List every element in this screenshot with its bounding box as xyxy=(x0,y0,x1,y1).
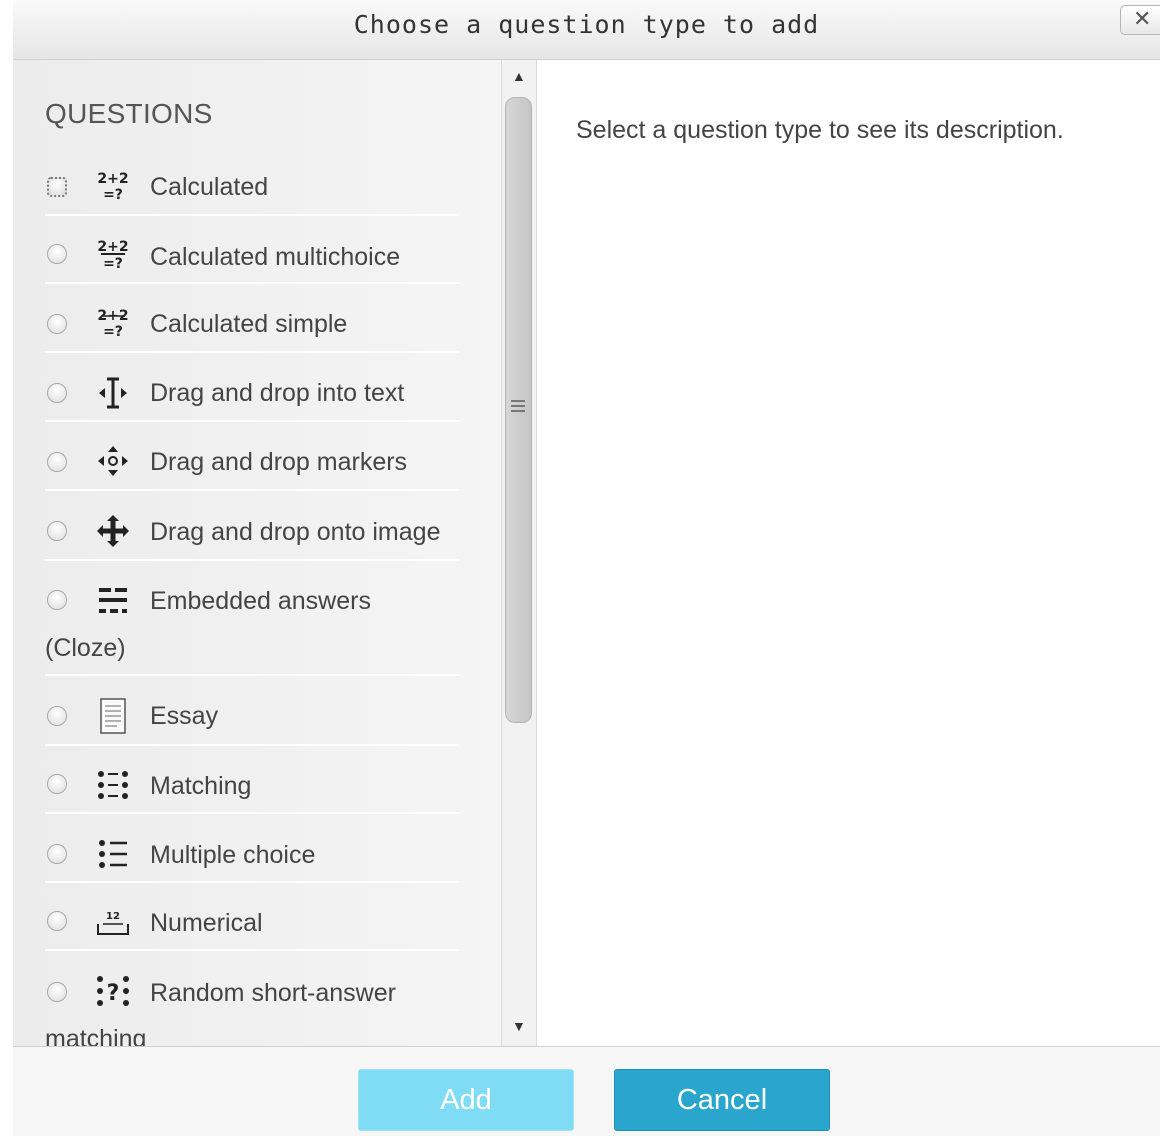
essay-icon xyxy=(95,698,131,734)
question-type-label-continued: (Cloze) xyxy=(45,634,126,662)
add-button[interactable]: Add xyxy=(358,1069,574,1131)
dialog-body: QUESTIONS 2+2 =? Calculated 2+2 =? Calcu… xyxy=(13,60,1160,1046)
radio-drag-drop-image[interactable] xyxy=(47,521,67,541)
radio-calculated-multichoice[interactable] xyxy=(47,244,67,264)
scroll-down-arrow-icon[interactable]: ▼ xyxy=(512,1018,526,1034)
scroll-up-arrow-icon[interactable]: ▲ xyxy=(512,68,526,84)
calculated-simple-icon: 2+2 =? xyxy=(95,305,131,341)
radio-multiple-choice[interactable] xyxy=(47,844,67,864)
numerical-icon: 12 xyxy=(95,904,131,940)
dialog-title: Choose a question type to add xyxy=(353,10,820,39)
dialog-footer: Add Cancel xyxy=(13,1046,1160,1136)
question-type-calculated-multichoice[interactable]: 2+2 =? Calculated multichoice xyxy=(45,216,459,284)
radio-calculated[interactable] xyxy=(47,177,67,197)
embedded-answers-icon xyxy=(95,583,131,619)
radio-random-short-answer[interactable] xyxy=(47,982,67,1002)
question-type-drag-drop-image[interactable]: Drag and drop onto image xyxy=(45,491,459,561)
svg-text:2+2: 2+2 xyxy=(97,171,128,187)
drag-drop-text-icon xyxy=(95,375,131,411)
question-type-label: Drag and drop onto image xyxy=(150,518,441,546)
question-type-list-panel[interactable]: QUESTIONS 2+2 =? Calculated 2+2 =? Calcu… xyxy=(13,60,501,1046)
question-type-label: Multiple choice xyxy=(150,841,316,869)
question-type-label: Numerical xyxy=(150,909,263,937)
radio-numerical[interactable] xyxy=(47,911,67,931)
calculated-icon: 2+2 =? xyxy=(95,168,131,204)
question-type-label: Calculated simple xyxy=(150,310,348,338)
question-type-matching[interactable]: Matching xyxy=(45,746,459,814)
radio-matching[interactable] xyxy=(47,774,67,794)
question-type-calculated[interactable]: 2+2 =? Calculated xyxy=(45,156,459,216)
question-type-label: Matching xyxy=(150,772,252,800)
close-button[interactable]: ✕ xyxy=(1120,5,1160,35)
radio-embedded-answers[interactable] xyxy=(47,590,67,610)
questions-heading: QUESTIONS xyxy=(45,98,213,129)
svg-text:=?: =? xyxy=(103,324,123,340)
question-type-label: Embedded answers xyxy=(150,587,371,615)
dialog-titlebar: Choose a question type to add ✕ xyxy=(13,0,1160,60)
question-type-calculated-simple[interactable]: 2+2 =? Calculated simple xyxy=(45,284,459,353)
cancel-button[interactable]: Cancel xyxy=(614,1069,830,1131)
question-type-embedded-answers[interactable]: Embedded answers (Cloze) xyxy=(45,561,459,676)
description-panel: Select a question type to see its descri… xyxy=(537,60,1160,1046)
scrollbar-grip-icon xyxy=(511,400,525,415)
question-type-multiple-choice[interactable]: Multiple choice xyxy=(45,814,459,883)
matching-icon xyxy=(95,767,131,803)
svg-text:=?: =? xyxy=(103,187,123,203)
question-type-label: Essay xyxy=(150,702,219,730)
svg-text:2+2: 2+2 xyxy=(97,239,128,255)
question-type-dialog: Choose a question type to add ✕ QUESTION… xyxy=(13,0,1160,1136)
radio-drag-drop-markers[interactable] xyxy=(47,452,67,472)
question-type-label: Random short-answer xyxy=(150,979,396,1007)
question-type-label: Calculated multichoice xyxy=(150,243,401,271)
svg-text:12: 12 xyxy=(106,911,120,922)
drag-drop-markers-icon xyxy=(95,443,131,479)
question-type-numerical[interactable]: 12 Numerical xyxy=(45,883,459,951)
svg-text:=?: =? xyxy=(103,256,123,272)
question-type-drag-drop-text[interactable]: Drag and drop into text xyxy=(45,353,459,422)
question-type-label: Drag and drop markers xyxy=(150,448,408,476)
radio-drag-drop-text[interactable] xyxy=(47,383,67,403)
question-type-label-continued: matching xyxy=(45,1025,147,1046)
question-type-essay[interactable]: Essay xyxy=(45,676,459,746)
question-type-drag-drop-markers[interactable]: Drag and drop markers xyxy=(45,422,459,491)
question-type-random-short-answer[interactable]: ? Random short-answer matching xyxy=(45,951,459,1046)
drag-drop-image-icon xyxy=(95,513,131,549)
close-icon: ✕ xyxy=(1133,7,1152,32)
svg-text:?: ? xyxy=(107,981,120,1006)
multiple-choice-icon xyxy=(95,836,131,872)
question-type-label: Calculated xyxy=(150,173,269,201)
random-short-answer-icon: ? xyxy=(95,973,131,1009)
calculated-multichoice-icon: 2+2 =? xyxy=(95,236,131,272)
description-placeholder: Select a question type to see its descri… xyxy=(576,116,1064,144)
radio-essay[interactable] xyxy=(47,706,67,726)
radio-calculated-simple[interactable] xyxy=(47,314,67,334)
question-type-label: Drag and drop into text xyxy=(150,379,405,407)
